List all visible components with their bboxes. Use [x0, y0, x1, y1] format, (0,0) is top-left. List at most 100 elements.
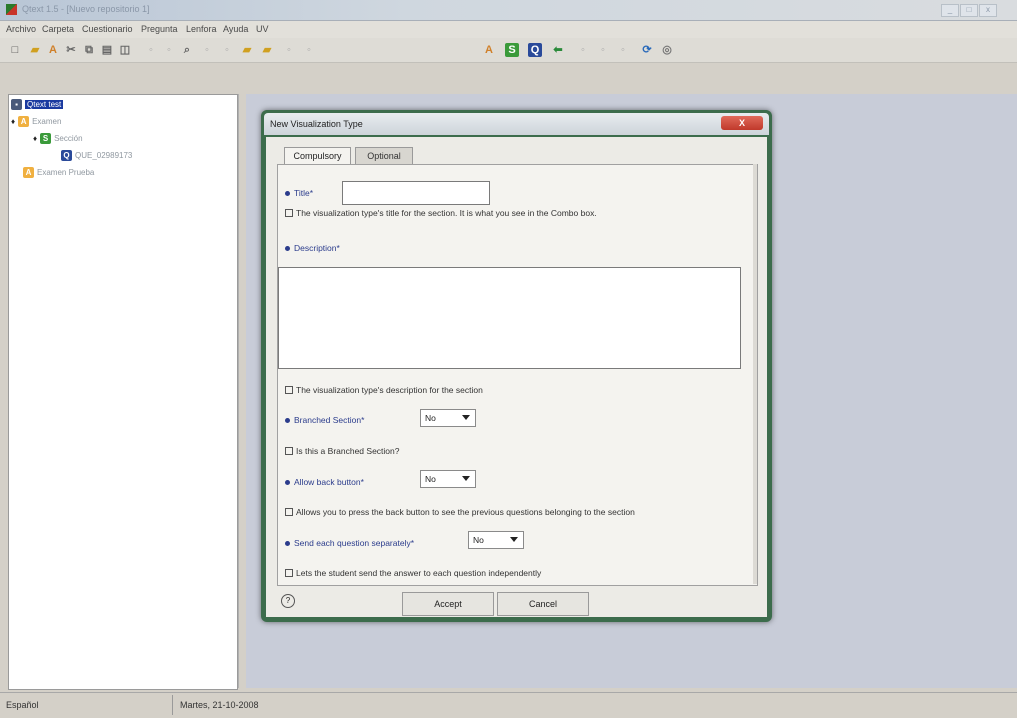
menu-cuestionario[interactable]: Cuestionario [82, 24, 133, 34]
disabled-icon[interactable]: ◦ [616, 43, 630, 57]
section-icon: S [40, 132, 52, 144]
exam-icon: A [18, 115, 30, 127]
maximize-button[interactable]: □ [960, 4, 978, 17]
minimize-button[interactable]: _ [941, 4, 959, 17]
open-folder-icon[interactable]: ▰ [28, 43, 42, 57]
menu-lenfora[interactable]: Lenfora [186, 24, 217, 34]
repository-icon: ▪ [11, 98, 22, 110]
info-icon [285, 569, 293, 577]
description-help: The visualization type's description for… [285, 385, 483, 395]
tree-root-label: Qtext test [25, 99, 64, 109]
window-titlebar: Qtext 1.5 - [Nuevo repositorio 1] _ □ x [0, 0, 1017, 21]
menu-archivo[interactable]: Archivo [6, 24, 36, 34]
menu-carpeta[interactable]: Carpeta [42, 24, 74, 34]
app-icon [6, 4, 17, 15]
new-icon[interactable]: □ [8, 43, 22, 57]
tree-item-label: Examen Prueba [37, 167, 95, 177]
required-bullet-icon [285, 190, 290, 196]
dialog-titlebar[interactable]: New Visualization Type X [264, 113, 769, 135]
expand-icon[interactable]: ♦ [33, 134, 37, 143]
vertical-scrollbar[interactable] [753, 164, 757, 584]
repository-tree: ▪ Qtext test ♦ A Examen ♦ S Sección Q QU… [8, 94, 238, 690]
expand-icon[interactable]: ♦ [11, 117, 15, 126]
branched-section-label: Branched Section* [285, 415, 364, 425]
back-arrow-icon[interactable]: ⬅ [551, 43, 565, 57]
exam-icon: A [23, 166, 34, 178]
send-each-select[interactable]: No [468, 531, 524, 549]
disabled-icon[interactable]: ◦ [302, 43, 316, 57]
a-icon[interactable]: A [482, 43, 496, 57]
tab-optional[interactable]: Optional [355, 147, 413, 164]
help-icon[interactable]: ? [281, 594, 295, 608]
s-icon[interactable]: S [505, 43, 519, 57]
disabled-icon[interactable]: ◦ [220, 43, 234, 57]
title-help: The visualization type's title for the s… [285, 208, 597, 218]
status-bar: Español Martes, 21-10-2008 [0, 692, 1017, 718]
disabled-icon[interactable]: ◦ [200, 43, 214, 57]
tree-item-label: Sección [54, 133, 83, 143]
about-icon[interactable]: ◎ [660, 43, 674, 57]
a-icon[interactable]: A [46, 43, 60, 57]
tab-compulsory[interactable]: Compulsory [284, 147, 351, 164]
info-icon [285, 508, 293, 516]
menu-pregunta[interactable]: Pregunta [141, 24, 178, 34]
dialog-close-button[interactable]: X [721, 116, 763, 130]
copy-icon[interactable]: ⧉ [82, 43, 96, 57]
branched-section-help: Is this a Branched Section? [285, 446, 399, 456]
cancel-button[interactable]: Cancel [497, 592, 589, 616]
tree-item-examen[interactable]: ♦ A Examen [11, 114, 61, 128]
send-each-help: Lets the student send the answer to each… [285, 568, 541, 578]
paste-icon[interactable]: ▤ [100, 43, 114, 57]
info-icon [285, 209, 293, 217]
status-date: Martes, 21-10-2008 [180, 700, 259, 710]
disabled-icon[interactable]: ◦ [144, 43, 158, 57]
disabled-icon[interactable]: ◦ [596, 43, 610, 57]
branched-section-select[interactable]: No [420, 409, 476, 427]
disabled-icon[interactable]: ◦ [282, 43, 296, 57]
question-icon: Q [61, 149, 72, 161]
toolbar: □ ▰ A ✂ ⧉ ▤ ◫ ◦ ◦ ⌕ ◦ ◦ ▰ ▰ ◦ ◦ A S Q ⬅ … [0, 38, 1017, 63]
disabled-icon[interactable]: ◦ [576, 43, 590, 57]
allow-back-help: Allows you to press the back button to s… [285, 507, 635, 517]
close-window-button[interactable]: x [979, 4, 997, 17]
dropdown-arrow-icon [510, 537, 518, 542]
dialog-body: Compulsory Optional Title* The visualiza… [266, 137, 767, 617]
duplicate-icon[interactable]: ◫ [118, 43, 132, 57]
menu-uv[interactable]: UV [256, 24, 269, 34]
tab-content: Title* The visualization type's title fo… [277, 164, 758, 586]
disabled-icon[interactable]: ◦ [162, 43, 176, 57]
dialog-button-row: ? Accept Cancel [277, 590, 756, 616]
description-label: Description* [285, 243, 340, 253]
dropdown-arrow-icon [462, 476, 470, 481]
required-bullet-icon [285, 245, 290, 251]
info-icon [285, 447, 293, 455]
folder-icon[interactable]: ▰ [260, 43, 274, 57]
folder-icon[interactable]: ▰ [240, 43, 254, 57]
tree-item-seccion[interactable]: ♦ S Sección [33, 131, 83, 145]
refresh-icon[interactable]: ⟳ [640, 43, 654, 57]
cut-icon[interactable]: ✂ [64, 43, 78, 57]
accept-button[interactable]: Accept [402, 592, 494, 616]
tree-item-label: Examen [32, 116, 62, 126]
dropdown-arrow-icon [462, 415, 470, 420]
menu-ayuda[interactable]: Ayuda [223, 24, 248, 34]
tree-item-question[interactable]: Q QUE_02989173 [61, 148, 132, 162]
splitter[interactable] [238, 94, 245, 688]
window-title: Qtext 1.5 - [Nuevo repositorio 1] [22, 4, 150, 14]
zoom-icon[interactable]: ⌕ [180, 43, 194, 57]
description-textarea[interactable] [278, 267, 741, 369]
tree-item-examen-prueba[interactable]: A Examen Prueba [23, 165, 94, 179]
info-icon [285, 386, 293, 394]
required-bullet-icon [285, 479, 290, 485]
tree-root[interactable]: ▪ Qtext test [11, 97, 64, 111]
required-bullet-icon [285, 417, 290, 423]
status-language: Español [6, 700, 39, 710]
title-input[interactable] [342, 181, 490, 205]
tree-item-label: QUE_02989173 [75, 150, 133, 160]
status-separator [172, 695, 173, 715]
q-icon[interactable]: Q [528, 43, 542, 57]
title-label: Title* [285, 188, 313, 198]
send-each-label: Send each question separately* [285, 538, 414, 548]
allow-back-select[interactable]: No [420, 470, 476, 488]
menu-bar: Archivo Carpeta Cuestionario Pregunta Le… [0, 21, 1017, 38]
